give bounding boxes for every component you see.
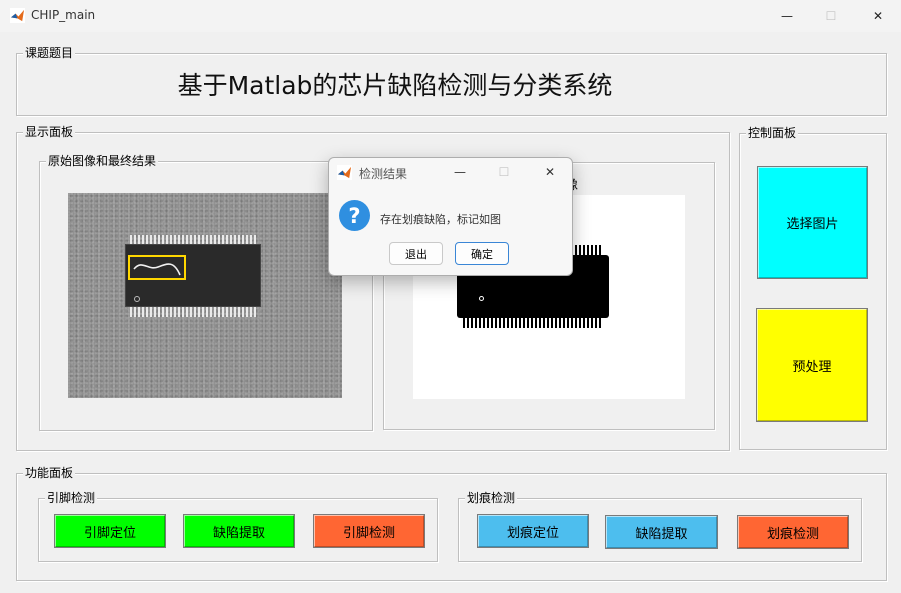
defect-bounding-box xyxy=(128,255,186,280)
control-panel-title: 控制面板 xyxy=(746,126,799,140)
pin-detection-group-title: 引脚检测 xyxy=(45,491,98,505)
chip-bottom-pins xyxy=(130,307,256,317)
dialog-close-button[interactable]: ✕ xyxy=(529,158,571,186)
binary-bottom-pins xyxy=(463,318,603,328)
dialog-confirm-button[interactable]: 确定 xyxy=(455,242,509,265)
display-panel-title: 显示面板 xyxy=(23,125,76,139)
minimize-button[interactable]: — xyxy=(764,0,810,32)
pin-detect-button[interactable]: 引脚检测 xyxy=(313,514,425,548)
dialog-maximize-button[interactable]: ☐ xyxy=(483,158,525,186)
select-image-button[interactable]: 选择图片 xyxy=(757,166,868,279)
pin-locate-button[interactable]: 引脚定位 xyxy=(54,514,166,548)
matlab-logo-icon xyxy=(10,8,25,23)
window-title: CHIP_main xyxy=(31,8,96,22)
function-panel-title: 功能面板 xyxy=(23,466,76,480)
dialog-title: 检测结果 xyxy=(359,167,408,181)
pin1-marker xyxy=(134,296,140,302)
maximize-button[interactable]: ☐ xyxy=(808,0,854,32)
window-titlebar: CHIP_main — ☐ ✕ xyxy=(0,0,901,32)
system-heading: 基于Matlab的芯片缺陷检测与分类系统 xyxy=(177,71,613,100)
detection-result-dialog: 检测结果 — ☐ ✕ ? 存在划痕缺陷，标记如图 退出 确定 xyxy=(328,157,573,276)
original-chip-image xyxy=(68,193,342,398)
question-icon: ? xyxy=(339,200,370,231)
original-result-subpanel-title: 原始图像和最终结果 xyxy=(46,154,159,168)
preprocess-button[interactable]: 预处理 xyxy=(756,308,868,422)
pin-defect-extract-button[interactable]: 缺陷提取 xyxy=(183,514,295,548)
dialog-minimize-button[interactable]: — xyxy=(439,158,481,186)
scratch-defect-extract-button[interactable]: 缺陷提取 xyxy=(605,515,718,549)
matlab-logo-icon xyxy=(337,165,352,180)
scratch-detect-button[interactable]: 划痕检测 xyxy=(737,515,849,549)
topic-panel-title: 课题题目 xyxy=(23,46,76,60)
dialog-message: 存在划痕缺陷，标记如图 xyxy=(380,213,501,226)
scratch-locate-button[interactable]: 划痕定位 xyxy=(477,514,589,548)
close-button[interactable]: ✕ xyxy=(855,0,901,32)
scratch-detection-group-title: 划痕检测 xyxy=(465,491,518,505)
dialog-exit-button[interactable]: 退出 xyxy=(389,242,443,265)
binary-pin1-marker xyxy=(479,296,484,301)
